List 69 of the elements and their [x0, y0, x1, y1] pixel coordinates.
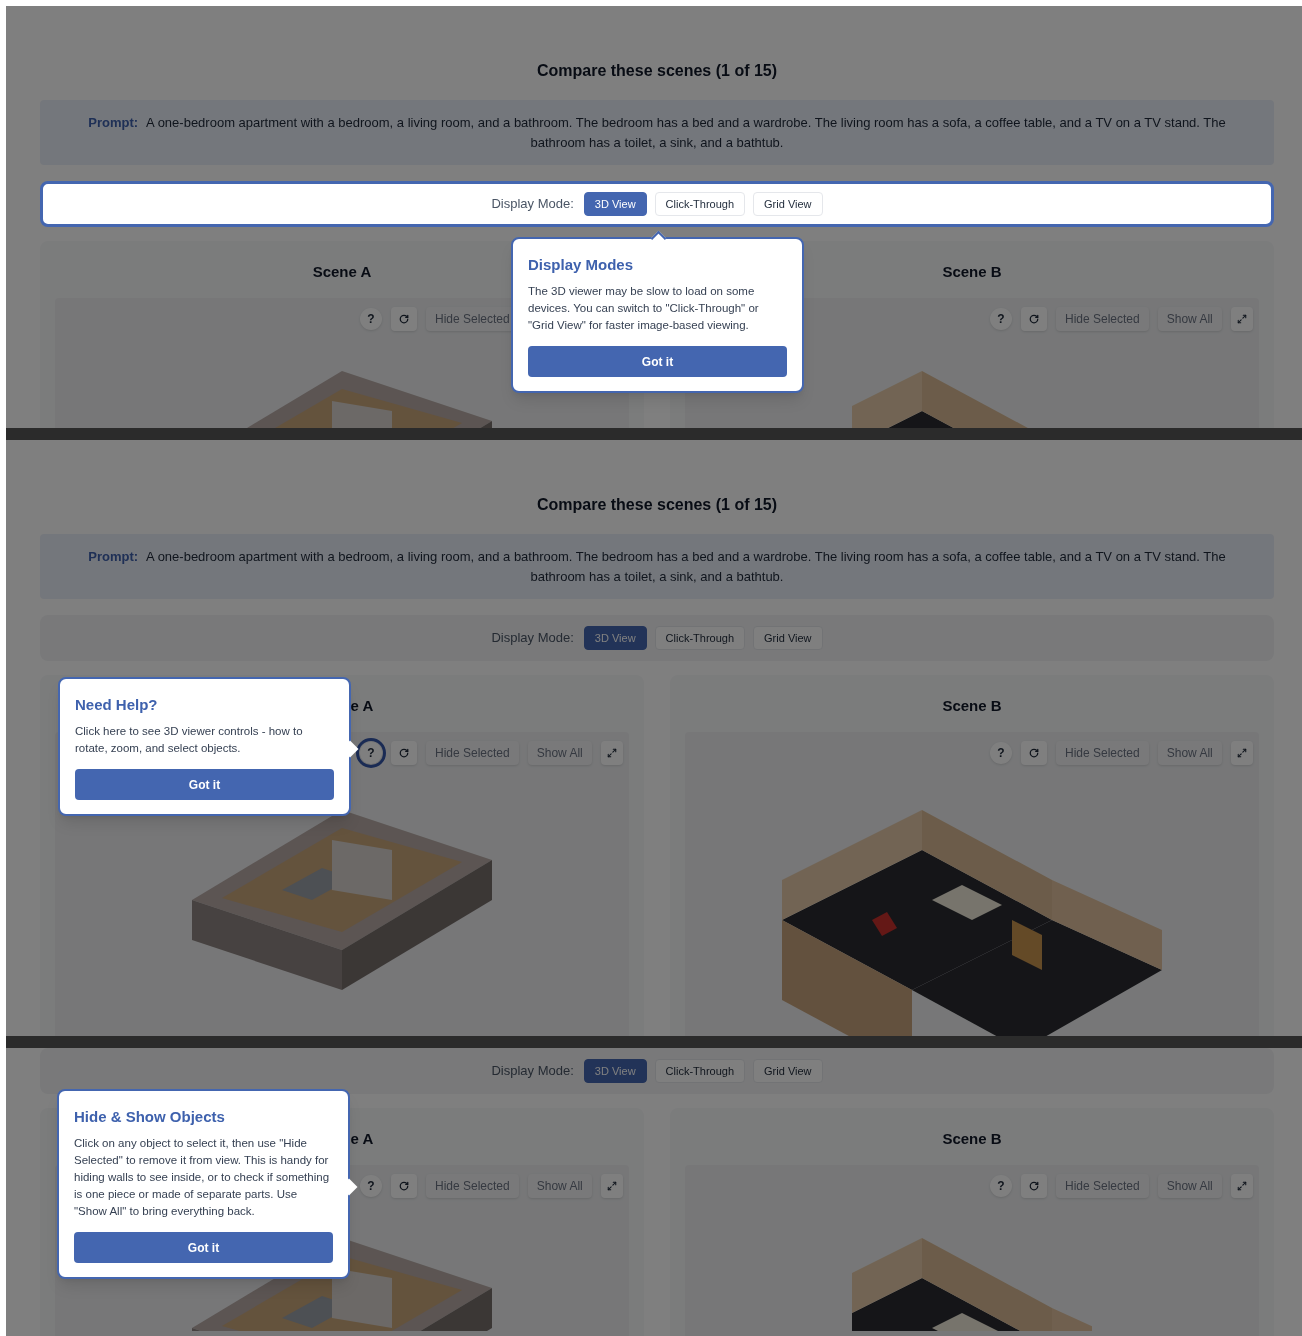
toolbar-button[interactable]: Hide Selected	[1056, 307, 1149, 331]
tooltip-text: Click here to see 3D viewer controls - how to rotate, zoom, and select objects.	[75, 724, 304, 756]
reset-view-button[interactable]	[391, 741, 417, 765]
help-button[interactable]: ?	[360, 308, 382, 330]
toolbar-button[interactable]: Hide Selected	[426, 1174, 519, 1198]
scene-title: Scene B	[942, 696, 1002, 716]
help-button[interactable]: ?	[360, 742, 382, 764]
toolbar-button[interactable]: Show All	[1157, 1174, 1222, 1198]
display-mode-label: Display Mode:	[491, 195, 574, 214]
tooltip-text: The 3D viewer may be slow to load on some devices. You can switch to "Click-Through" or "Grid View" for faster image-based viewing.	[528, 284, 760, 333]
display-mode-tab[interactable]: Click-Through	[654, 192, 746, 216]
help-button[interactable]: ?	[990, 308, 1012, 330]
got-it-button[interactable]: Got it	[75, 769, 334, 800]
tooltip-text: Click on any object to select it, then use "Hide Selected" to remove it from view. This is handy for hiding walls to see inside, or to check if something is one piece or made of separate parts. Use "Show All" to bring everything back.	[74, 1136, 331, 1219]
help-button[interactable]: ?	[990, 742, 1012, 764]
toolbar-button[interactable]: Show All	[527, 741, 592, 765]
expand-icon	[606, 1181, 617, 1191]
page-title: Compare these scenes (1 of 15)	[535, 61, 779, 81]
display-mode-tab[interactable]: 3D View	[583, 1059, 647, 1083]
expand-icon	[1236, 314, 1247, 324]
rotate-icon	[1029, 1181, 1039, 1191]
expand-icon	[1236, 1181, 1247, 1191]
tooltip-title: Need Help?	[75, 695, 159, 715]
reset-view-button[interactable]	[391, 1174, 417, 1198]
fullscreen-button[interactable]	[600, 1174, 623, 1198]
prompt-text: Prompt: A one-bedroom apartment with a bedroom, a living room, and a bathroom. The bedroom has a bed and a wardrobe. The living room has a sofa, a coffee table, and a TV on a TV stand. The bathroom has a toilet, a sink, and a bathtub.	[87, 113, 1227, 152]
display-mode-label: Display Mode:	[491, 1062, 574, 1081]
display-mode-tab[interactable]: Click-Through	[654, 1059, 746, 1083]
rotate-icon	[399, 314, 409, 324]
toolbar-button[interactable]: Show All	[527, 1174, 592, 1198]
scene-title: Scene B	[942, 1129, 1002, 1149]
scene-title: Scene B	[942, 262, 1002, 282]
rotate-icon	[399, 748, 409, 758]
scene-title: e A	[350, 1129, 374, 1149]
tooltip-title: Display Modes	[528, 255, 635, 275]
help-button[interactable]: ?	[360, 1175, 382, 1197]
fullscreen-button[interactable]	[1230, 307, 1253, 331]
page-title: Compare these scenes (1 of 15)	[535, 495, 779, 515]
rotate-icon	[1029, 748, 1039, 758]
reset-view-button[interactable]	[1021, 307, 1047, 331]
help-button[interactable]: ?	[990, 1175, 1012, 1197]
display-mode-tab[interactable]: Grid View	[753, 626, 823, 650]
display-mode-tab[interactable]: 3D View	[583, 626, 647, 650]
reset-view-button[interactable]	[1021, 1174, 1047, 1198]
got-it-button[interactable]: Got it	[74, 1232, 333, 1263]
display-mode-tab[interactable]: Grid View	[753, 1059, 823, 1083]
scene-title: e A	[350, 696, 374, 716]
fullscreen-button[interactable]	[1230, 741, 1253, 765]
rotate-icon	[1029, 314, 1039, 324]
expand-icon	[606, 748, 617, 758]
toolbar-button[interactable]: Show All	[1157, 741, 1222, 765]
reset-view-button[interactable]	[1021, 741, 1047, 765]
scene-title: Scene A	[312, 262, 372, 282]
display-mode-tab[interactable]: 3D View	[583, 192, 647, 216]
fullscreen-button[interactable]	[600, 741, 623, 765]
display-mode-tab[interactable]: Click-Through	[654, 626, 746, 650]
reset-view-button[interactable]	[391, 307, 417, 331]
tooltip-title: Hide & Show Objects	[74, 1107, 226, 1127]
toolbar-button[interactable]: Show All	[1157, 307, 1222, 331]
toolbar-button[interactable]: Hide Selected	[1056, 1174, 1149, 1198]
display-mode-tab[interactable]: Grid View	[753, 192, 823, 216]
got-it-button[interactable]: Got it	[528, 346, 787, 377]
prompt-text: Prompt: A one-bedroom apartment with a bedroom, a living room, and a bathroom. The bedroom has a bed and a wardrobe. The living room has a sofa, a coffee table, and a TV on a TV stand. The bathroom has a toilet, a sink, and a bathtub.	[87, 547, 1227, 586]
expand-icon	[1236, 748, 1247, 758]
toolbar-button[interactable]: Hide Selected	[426, 741, 519, 765]
display-mode-label: Display Mode:	[491, 629, 574, 648]
toolbar-button[interactable]: Hide Selected	[1056, 741, 1149, 765]
fullscreen-button[interactable]	[1230, 1174, 1253, 1198]
rotate-icon	[399, 1181, 409, 1191]
